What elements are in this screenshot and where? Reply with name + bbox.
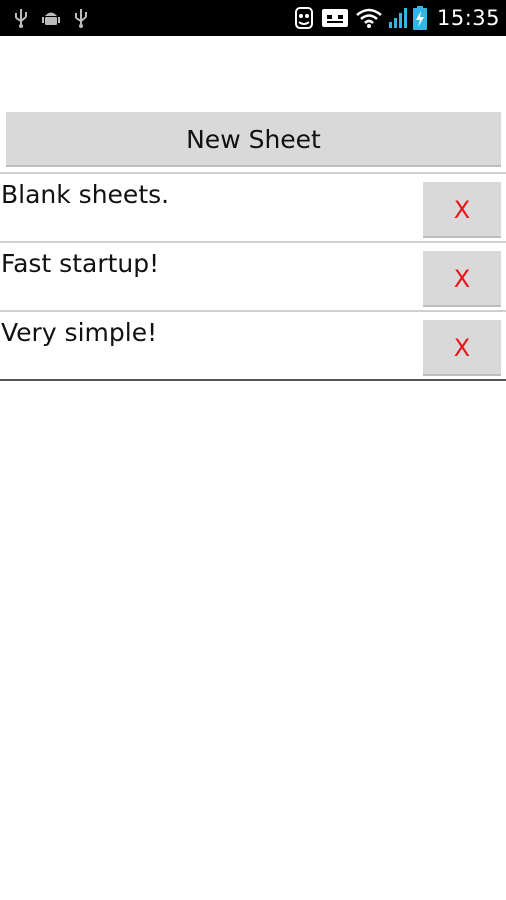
android-debug-icon: [42, 8, 60, 28]
delete-sheet-button[interactable]: X: [423, 251, 501, 307]
status-bar-system-icons: 15:35: [293, 4, 500, 32]
new-sheet-button[interactable]: New Sheet: [6, 112, 501, 167]
list-item[interactable]: Very simple! X: [0, 312, 506, 379]
status-bar: 15:35: [0, 0, 506, 36]
list-item[interactable]: Blank sheets. X: [0, 174, 506, 241]
sheet-list: Blank sheets. X Fast startup! X Very sim…: [0, 172, 506, 381]
usb-icon: [14, 7, 28, 29]
sheet-title[interactable]: Very simple!: [1, 318, 157, 347]
list-divider: [0, 379, 506, 381]
signal-icon: [388, 7, 407, 29]
list-item[interactable]: Fast startup! X: [0, 243, 506, 310]
delete-sheet-button[interactable]: X: [423, 182, 501, 238]
sheet-title[interactable]: Fast startup!: [1, 249, 159, 278]
usb-icon: [74, 7, 88, 29]
battery-charging-icon: [412, 6, 427, 30]
notification-app-icon: [293, 6, 315, 30]
delete-sheet-button[interactable]: X: [423, 320, 501, 376]
voicemail-icon: [321, 7, 349, 29]
status-bar-clock: 15:35: [436, 6, 500, 30]
status-bar-notifications: [14, 6, 88, 30]
wifi-icon: [355, 7, 383, 29]
sheet-title[interactable]: Blank sheets.: [1, 180, 169, 209]
